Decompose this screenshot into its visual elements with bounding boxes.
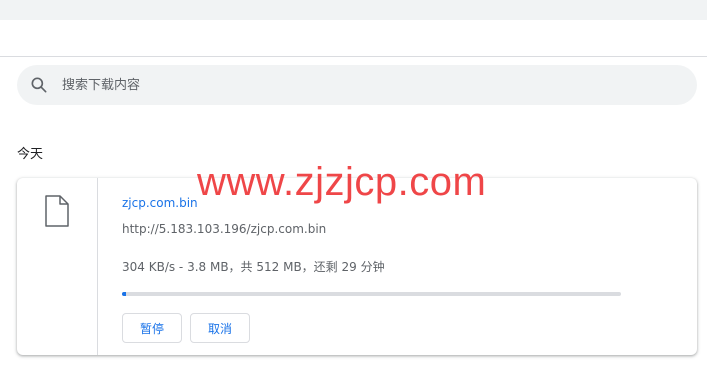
search-bar[interactable] (17, 65, 697, 105)
file-url: http://5.183.103.196/zjcp.com.bin (122, 222, 327, 236)
file-icon-column (17, 178, 98, 355)
cancel-button[interactable]: 取消 (190, 313, 250, 343)
search-icon (31, 77, 47, 93)
pause-button[interactable]: 暂停 (122, 313, 182, 343)
search-input[interactable] (62, 65, 662, 105)
file-icon (45, 195, 69, 227)
progress-bar (122, 292, 621, 296)
file-name-link[interactable]: zjcp.com.bin (122, 196, 198, 210)
section-title-today: 今天 (17, 147, 44, 162)
progress-bar-fill (122, 292, 126, 296)
top-bar (0, 0, 707, 20)
header-divider (0, 56, 707, 57)
download-status: 304 KB/s - 3.8 MB，共 512 MB，还剩 29 分钟 (122, 260, 385, 274)
watermark-text: www.zjzjcp.com (197, 160, 487, 204)
